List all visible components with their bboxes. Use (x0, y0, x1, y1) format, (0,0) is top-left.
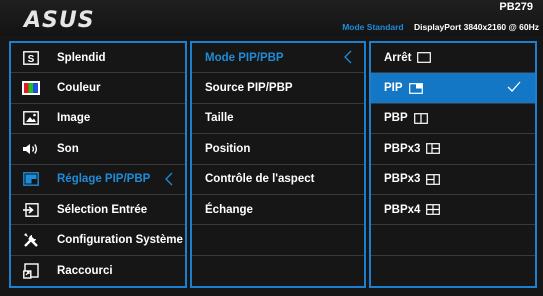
chevron-left-icon (165, 172, 173, 189)
pbp-two-split-icon (413, 113, 428, 124)
tools-icon (21, 230, 41, 250)
sub-menu-label: Source PIP/PBP (205, 82, 293, 95)
sub-menu-item-swap[interactable]: Échange (192, 195, 364, 226)
sub-menu-item-pip-mode[interactable]: Mode PIP/PBP (192, 43, 364, 74)
current-mode: Mode Standard (342, 22, 404, 32)
main-menu-label: Son (57, 142, 79, 155)
main-menu-label: Image (57, 112, 91, 125)
speaker-icon (21, 139, 41, 159)
brand-logo: ASUS (24, 8, 95, 33)
sub-menu-item-position[interactable]: Position (192, 134, 364, 165)
option-off[interactable]: Arrêt (371, 43, 535, 74)
option-label: PBPx4 (384, 203, 421, 216)
off-window-icon (417, 52, 432, 64)
main-menu-label: Couleur (57, 82, 101, 95)
pip-window-icon (408, 82, 423, 94)
sub-menu-item-pip-source[interactable]: Source PIP/PBP (192, 73, 364, 104)
splendid-s-icon: S (21, 48, 41, 68)
option-label: Arrêt (384, 51, 412, 64)
sub-menu-empty-row (192, 225, 364, 256)
options-empty-row (371, 225, 535, 256)
main-menu-item-pip-pbp[interactable]: Réglage PIP/PBP (11, 165, 185, 195)
input-signal-info: DisplayPort 3840x2160 @ 60Hz (414, 22, 539, 32)
options-menu: Arrêt PIP PBP PBPx3 PBPx3 PBPx4 (369, 41, 537, 288)
pbp-three-split-icon-b (426, 173, 441, 185)
sub-menu-label: Mode PIP/PBP (205, 51, 284, 64)
main-menu-label: Sélection Entrée (57, 203, 148, 216)
shortcut-icon (21, 261, 41, 281)
option-pbpx3-b[interactable]: PBPx3 (371, 165, 535, 195)
main-menu-label: Réglage PIP/PBP (57, 173, 151, 186)
option-pbpx3-a[interactable]: PBPx3 (371, 134, 535, 165)
input-select-icon (21, 200, 41, 220)
sub-menu-empty-row (192, 256, 364, 286)
model-name: PB279 (499, 1, 533, 13)
sub-menu: Mode PIP/PBP Source PIP/PBP Taille Posit… (190, 41, 366, 288)
pbp-four-split-icon (426, 204, 441, 216)
option-pbp[interactable]: PBP (371, 104, 535, 135)
svg-text:S: S (28, 54, 35, 65)
option-label: PBPx3 (384, 173, 421, 186)
option-pbpx4[interactable]: PBPx4 (371, 195, 535, 226)
status-line: Mode Standard DisplayPort 3840x2160 @ 60… (342, 22, 539, 32)
main-menu-label: Configuration Système (57, 234, 183, 247)
main-menu-item-shortcut[interactable]: Raccourci (11, 256, 185, 286)
osd-header: ASUS PB279 Mode Standard DisplayPort 384… (0, 0, 543, 36)
option-pip[interactable]: PIP (371, 73, 535, 104)
sub-menu-label: Échange (205, 203, 253, 216)
main-menu: S Splendid Couleur Image Son Réglage PIP… (9, 41, 187, 288)
color-palette-icon (21, 78, 41, 98)
main-menu-label: Raccourci (57, 264, 113, 277)
main-menu-label: Splendid (57, 51, 106, 64)
chevron-left-icon (344, 50, 352, 67)
main-menu-item-son[interactable]: Son (11, 134, 185, 165)
options-empty-row (371, 256, 535, 286)
monitor-osd: ASUS PB279 Mode Standard DisplayPort 384… (0, 0, 543, 296)
main-menu-item-couleur[interactable]: Couleur (11, 73, 185, 104)
pip-icon (21, 169, 41, 189)
sub-menu-label: Taille (205, 112, 234, 125)
option-label: PIP (384, 82, 403, 95)
sub-menu-label: Position (205, 142, 251, 155)
sub-menu-label: Contrôle de l'aspect (205, 173, 315, 186)
option-label: PBP (384, 112, 408, 125)
option-label: PBPx3 (384, 142, 421, 155)
sub-menu-item-aspect-control[interactable]: Contrôle de l'aspect (192, 165, 364, 195)
checkmark-icon (507, 81, 521, 96)
main-menu-item-system-setup[interactable]: Configuration Système (11, 225, 185, 256)
image-icon (21, 108, 41, 128)
sub-menu-item-size[interactable]: Taille (192, 104, 364, 135)
pbp-three-split-icon-a (426, 143, 441, 155)
main-menu-item-splendid[interactable]: S Splendid (11, 43, 185, 74)
main-menu-item-input-select[interactable]: Sélection Entrée (11, 195, 185, 226)
main-menu-item-image[interactable]: Image (11, 104, 185, 135)
